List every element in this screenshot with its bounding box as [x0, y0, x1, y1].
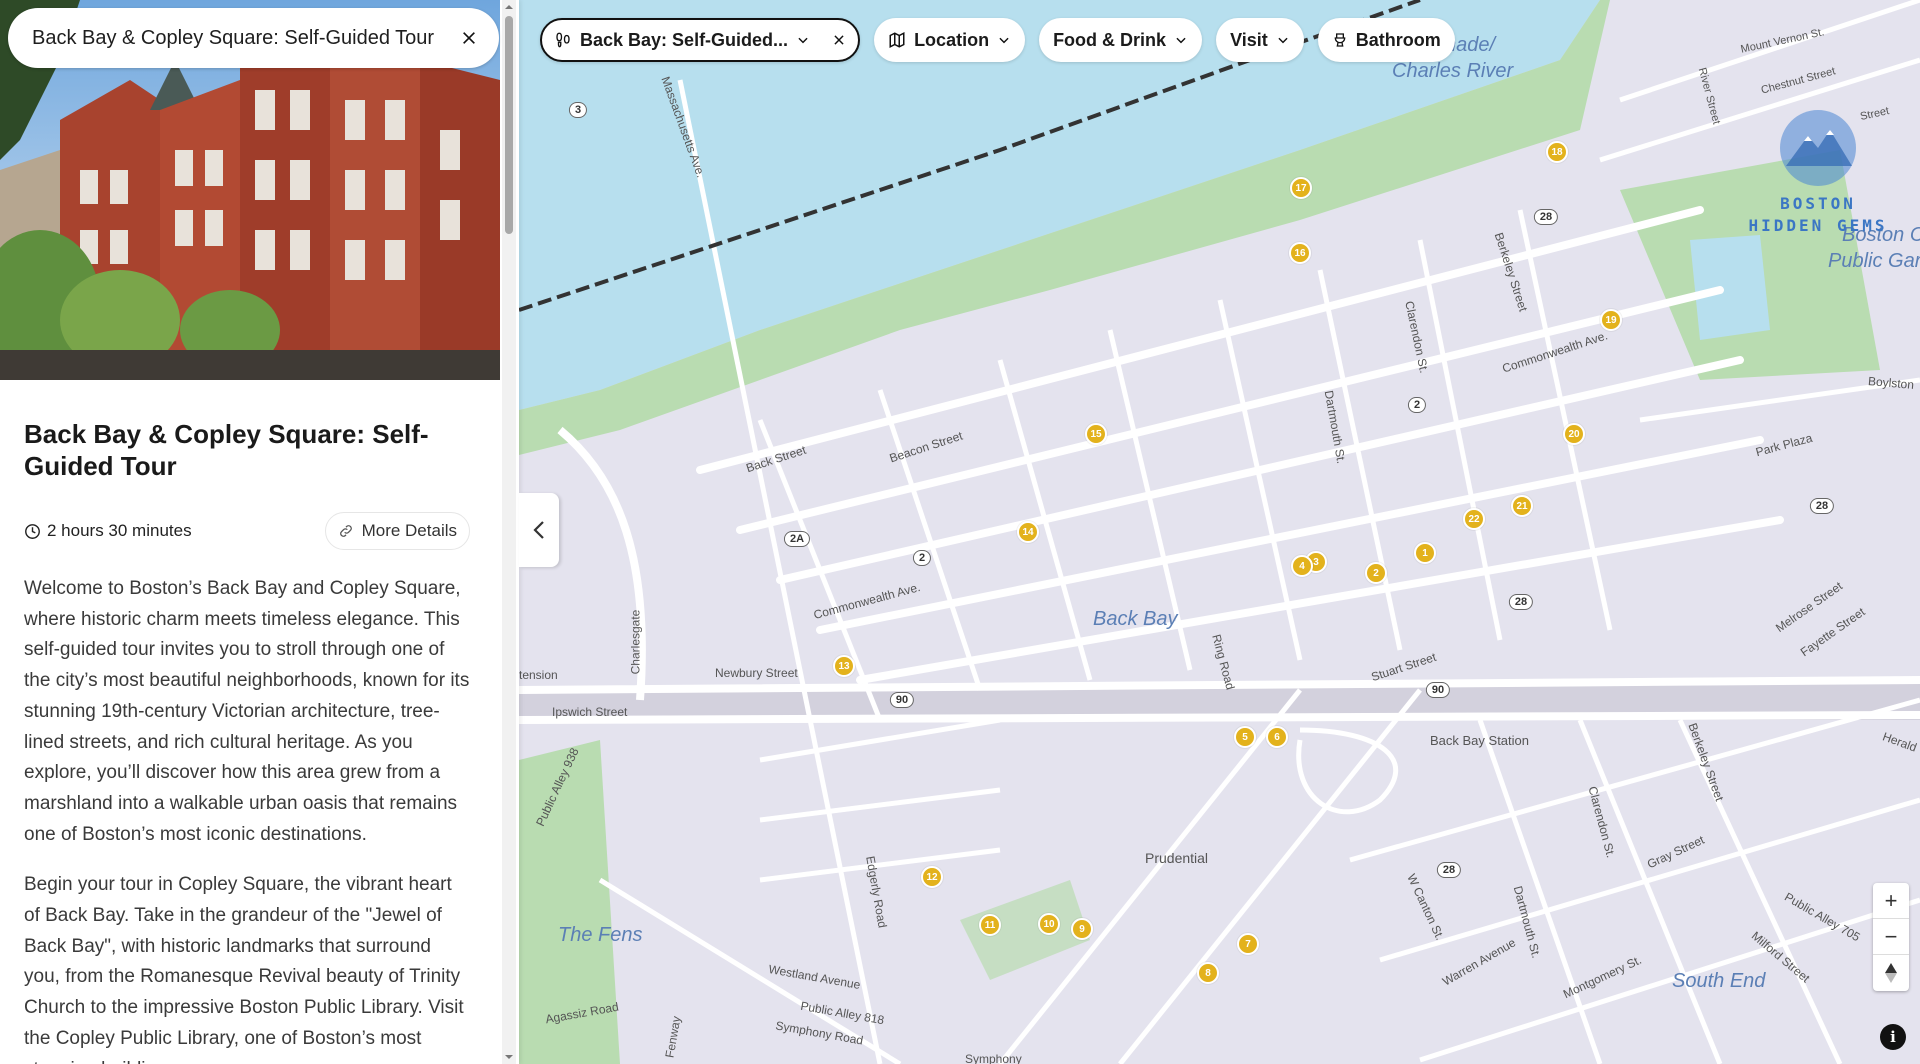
route-shield: 2: [912, 550, 932, 566]
chevron-down-icon: [1278, 37, 1288, 44]
tour-stop-marker[interactable]: 21: [1511, 495, 1533, 517]
filter-bar: Back Bay: Self-Guided... Location Food &…: [540, 18, 1455, 62]
label-back-bay-station: Back Bay Station: [1430, 733, 1529, 748]
app-root: Esplanade/ Charles River Back Bay The Fe…: [0, 0, 1920, 1064]
compass-icon: [1885, 963, 1897, 983]
mountain-logo-icon: [1780, 110, 1856, 186]
route-shield: 28: [1809, 498, 1835, 514]
tour-stop-marker[interactable]: 11: [979, 914, 1001, 936]
tour-description-paragraph: Begin your tour in Copley Square, the vi…: [24, 874, 464, 1064]
route-shield: 2: [1407, 397, 1427, 413]
visit-filter-chip[interactable]: Visit: [1216, 18, 1304, 62]
tour-stop-marker[interactable]: 9: [1071, 918, 1093, 940]
tour-stop-marker[interactable]: 6: [1266, 726, 1288, 748]
reset-bearing-button[interactable]: [1873, 955, 1909, 991]
tour-duration: 2 hours 30 minutes: [24, 521, 192, 541]
label-charles-river: Charles River: [1392, 60, 1514, 82]
boston-hidden-gems-logo: BOSTON HIDDEN GEMS: [1738, 108, 1898, 237]
tour-title-pill: Back Bay & Copley Square: Self-Guided To…: [8, 8, 499, 68]
chevron-down-icon: [1176, 37, 1186, 44]
clear-tour-icon[interactable]: [832, 33, 846, 47]
label-symphony: Symphony: [965, 1052, 1022, 1064]
bathroom-filter-label: Bathroom: [1355, 29, 1441, 50]
label-newbury-street: Newbury Street: [715, 666, 798, 680]
location-filter-chip[interactable]: Location: [874, 18, 1026, 62]
tour-stop-marker[interactable]: 14: [1017, 521, 1039, 543]
chevron-down-icon: [999, 37, 1009, 44]
route-shield: 28: [1533, 209, 1559, 225]
tour-stop-marker[interactable]: 15: [1085, 423, 1107, 445]
tour-stop-marker[interactable]: 18: [1546, 141, 1568, 163]
tour-stop-marker[interactable]: 5: [1234, 726, 1256, 748]
chevron-down-icon: [798, 37, 808, 44]
active-tour-label: Back Bay: Self-Guided...: [580, 29, 789, 50]
tour-stop-marker[interactable]: 17: [1290, 177, 1312, 199]
tour-stop-marker[interactable]: 10: [1038, 913, 1060, 935]
more-details-button[interactable]: More Details: [324, 512, 470, 550]
zoom-controls: + −: [1873, 883, 1909, 991]
visit-filter-label: Visit: [1230, 29, 1268, 50]
route-shield: 90: [1425, 682, 1451, 698]
tour-stop-marker[interactable]: 19: [1600, 309, 1622, 331]
tour-stop-marker[interactable]: 22: [1463, 508, 1485, 530]
tour-meta: 2 hours 30 minutes More Details: [24, 512, 470, 550]
tour-stop-marker[interactable]: 20: [1563, 423, 1585, 445]
tour-stop-marker[interactable]: 8: [1197, 962, 1219, 984]
toilet-icon: [1334, 33, 1346, 47]
label-south-end: South End: [1672, 970, 1766, 992]
route-shield: 3: [568, 102, 588, 118]
close-icon: [463, 32, 475, 44]
tour-stop-marker[interactable]: 13: [833, 655, 855, 677]
tour-heading: Back Bay & Copley Square: Self-Guided To…: [24, 419, 429, 481]
tour-stop-marker[interactable]: 2: [1365, 562, 1387, 584]
scroll-up-icon[interactable]: [504, 2, 514, 12]
route-shield: 28: [1508, 594, 1534, 610]
food-drink-filter-chip[interactable]: Food & Drink: [1039, 18, 1203, 62]
route-shield: 28: [1436, 862, 1462, 878]
tour-title-pill-text: Back Bay & Copley Square: Self-Guided To…: [32, 26, 435, 49]
tour-stop-marker[interactable]: 7: [1237, 933, 1259, 955]
zoom-in-button[interactable]: +: [1873, 883, 1909, 919]
map-icon: [889, 32, 905, 48]
label-charlesgate: Charlesgate: [628, 609, 643, 675]
location-filter-label: Location: [914, 29, 990, 50]
label-back-bay: Back Bay: [1093, 608, 1178, 630]
link-icon: [339, 525, 352, 537]
label-public-garden: Public Gar: [1828, 250, 1920, 272]
tour-details: Back Bay & Copley Square: Self-Guided To…: [24, 418, 470, 1064]
tour-description-paragraph: Welcome to Boston’s Back Bay and Copley …: [24, 578, 470, 845]
tour-stop-marker[interactable]: 4: [1291, 555, 1313, 577]
food-drink-filter-label: Food & Drink: [1053, 29, 1167, 50]
scroll-down-icon[interactable]: [504, 1052, 514, 1062]
zoom-out-button[interactable]: −: [1873, 919, 1909, 955]
collapse-sidebar-button[interactable]: [519, 493, 559, 567]
chevron-left-icon: [533, 521, 544, 539]
logo-line-1: BOSTON: [1780, 194, 1856, 213]
more-details-label: More Details: [361, 521, 457, 540]
sidebar-scrollbar[interactable]: [502, 0, 516, 1064]
route-shield: 90: [889, 692, 915, 708]
tour-stop-marker[interactable]: 16: [1289, 242, 1311, 264]
label-ipswich-street: Ipswich Street: [552, 705, 628, 719]
active-tour-chip[interactable]: Back Bay: Self-Guided...: [540, 18, 861, 62]
tour-stop-marker[interactable]: 1: [1414, 542, 1436, 564]
tour-sidebar: Back Bay & Copley Square: Self-Guided To…: [0, 0, 519, 1064]
clock-icon: [25, 523, 40, 539]
tour-stop-marker[interactable]: 12: [921, 866, 943, 888]
route-shield: 2A: [783, 531, 811, 547]
scrollbar-thumb[interactable]: [505, 16, 513, 234]
tour-duration-text: 2 hours 30 minutes: [47, 521, 192, 540]
label-prudential: Prudential: [1145, 850, 1209, 866]
label-extension: tension: [519, 668, 558, 682]
logo-line-2: HIDDEN GEMS: [1748, 216, 1888, 235]
close-tour-button[interactable]: [457, 26, 481, 50]
footprints-icon: [556, 32, 570, 48]
bathroom-filter-chip[interactable]: Bathroom: [1317, 18, 1455, 62]
label-the-fens: The Fens: [558, 924, 643, 946]
info-button[interactable]: i: [1880, 1024, 1906, 1050]
